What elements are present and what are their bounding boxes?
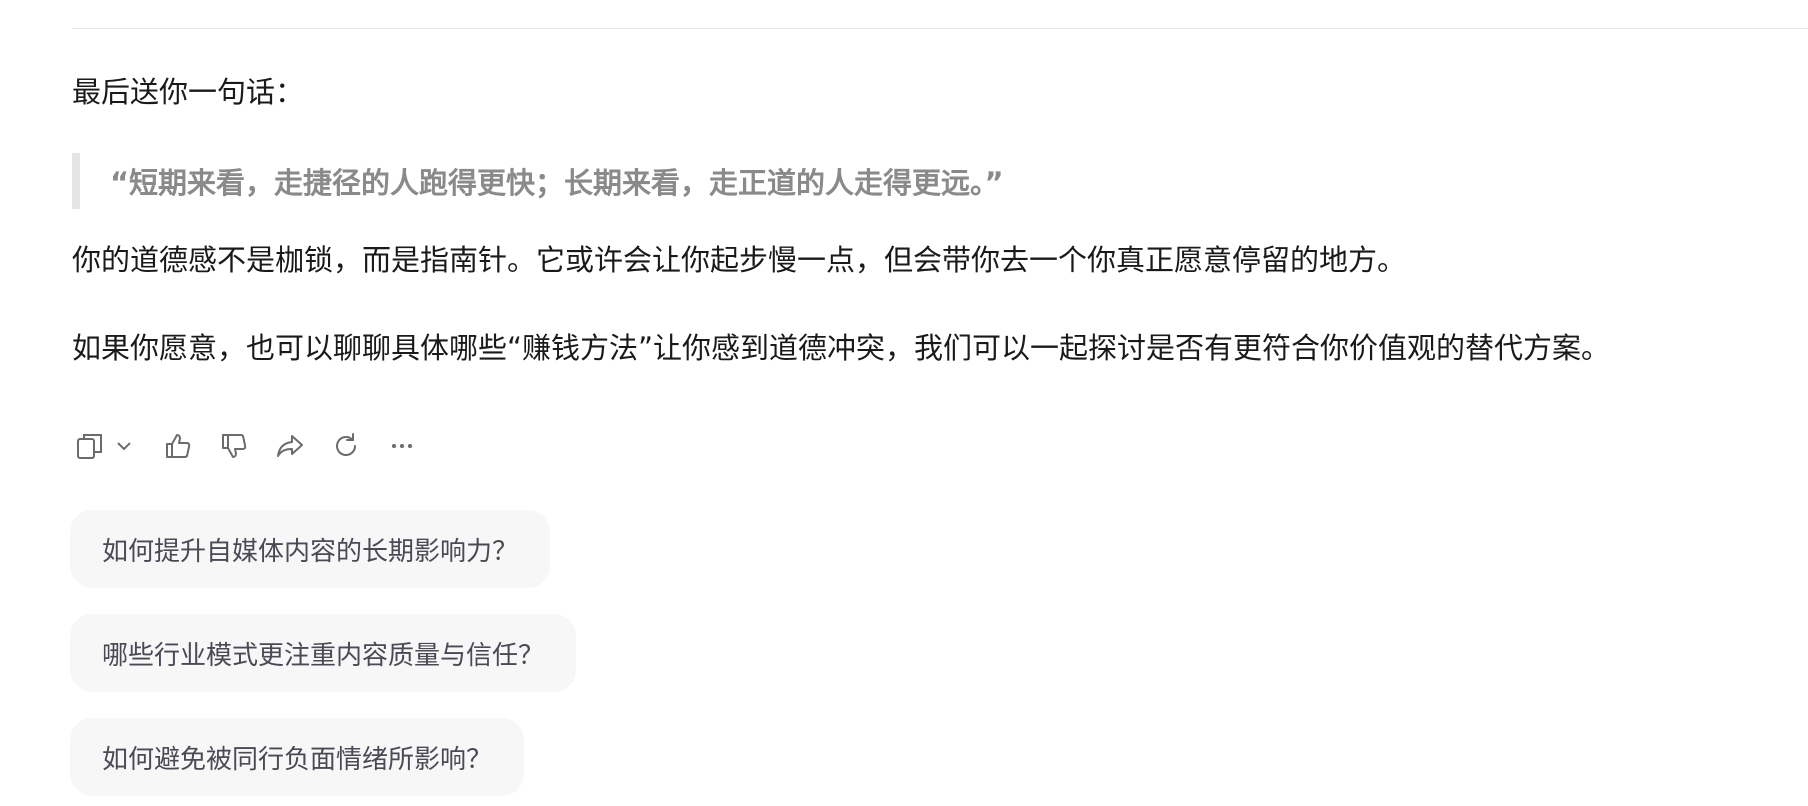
message-intro: 最后送你一句话： xyxy=(72,75,305,109)
suggestion-chip[interactable]: 如何避免被同行负面情绪所影响？ xyxy=(70,718,525,796)
copy-options-button[interactable] xyxy=(114,435,136,457)
suggested-questions: 如何提升自媒体内容的长期影响力？ 哪些行业模式更注重内容质量与信任？ 如何避免被… xyxy=(70,510,577,806)
message-paragraph-2: 如果你愿意，也可以聊聊具体哪些“赚钱方法”让你感到道德冲突，我们可以一起探讨是否… xyxy=(72,331,1611,365)
regenerate-button[interactable] xyxy=(328,428,364,464)
message-action-bar xyxy=(72,428,440,464)
suggestion-row: 哪些行业模式更注重内容质量与信任？ xyxy=(70,614,577,718)
blockquote: “短期来看，走捷径的人跑得更快；长期来看，走正道的人走得更远。” xyxy=(72,153,1792,209)
like-button[interactable] xyxy=(160,428,196,464)
share-icon xyxy=(277,435,303,457)
suggestion-chip[interactable]: 如何提升自媒体内容的长期影响力？ xyxy=(70,510,551,588)
share-button[interactable] xyxy=(272,428,308,464)
thumbs-down-icon xyxy=(222,434,247,458)
dislike-button[interactable] xyxy=(216,428,252,464)
chevron-down-icon xyxy=(117,442,131,451)
suggestion-chip[interactable]: 哪些行业模式更注重内容质量与信任？ xyxy=(70,614,577,692)
copy-button[interactable] xyxy=(72,428,108,464)
copy-icon xyxy=(77,434,102,459)
top-divider xyxy=(72,28,1808,29)
refresh-icon xyxy=(336,433,356,456)
assistant-message: 最后送你一句话： “短期来看，走捷径的人跑得更快；长期来看，走正道的人走得更远。… xyxy=(72,62,1792,369)
message-paragraph-1: 你的道德感不是枷锁，而是指南针。它或许会让你起步慢一点，但会带你去一个你真正愿意… xyxy=(72,243,1407,277)
quote-text: “短期来看，走捷径的人跑得更快；长期来看，走正道的人走得更远。” xyxy=(110,166,1004,200)
more-button[interactable] xyxy=(384,428,420,464)
thumbs-up-icon xyxy=(166,434,191,458)
suggestion-row: 如何提升自媒体内容的长期影响力？ xyxy=(70,510,576,614)
more-icon xyxy=(392,444,412,448)
copy-group xyxy=(72,428,136,464)
suggestion-row: 如何避免被同行负面情绪所影响？ xyxy=(70,718,576,806)
